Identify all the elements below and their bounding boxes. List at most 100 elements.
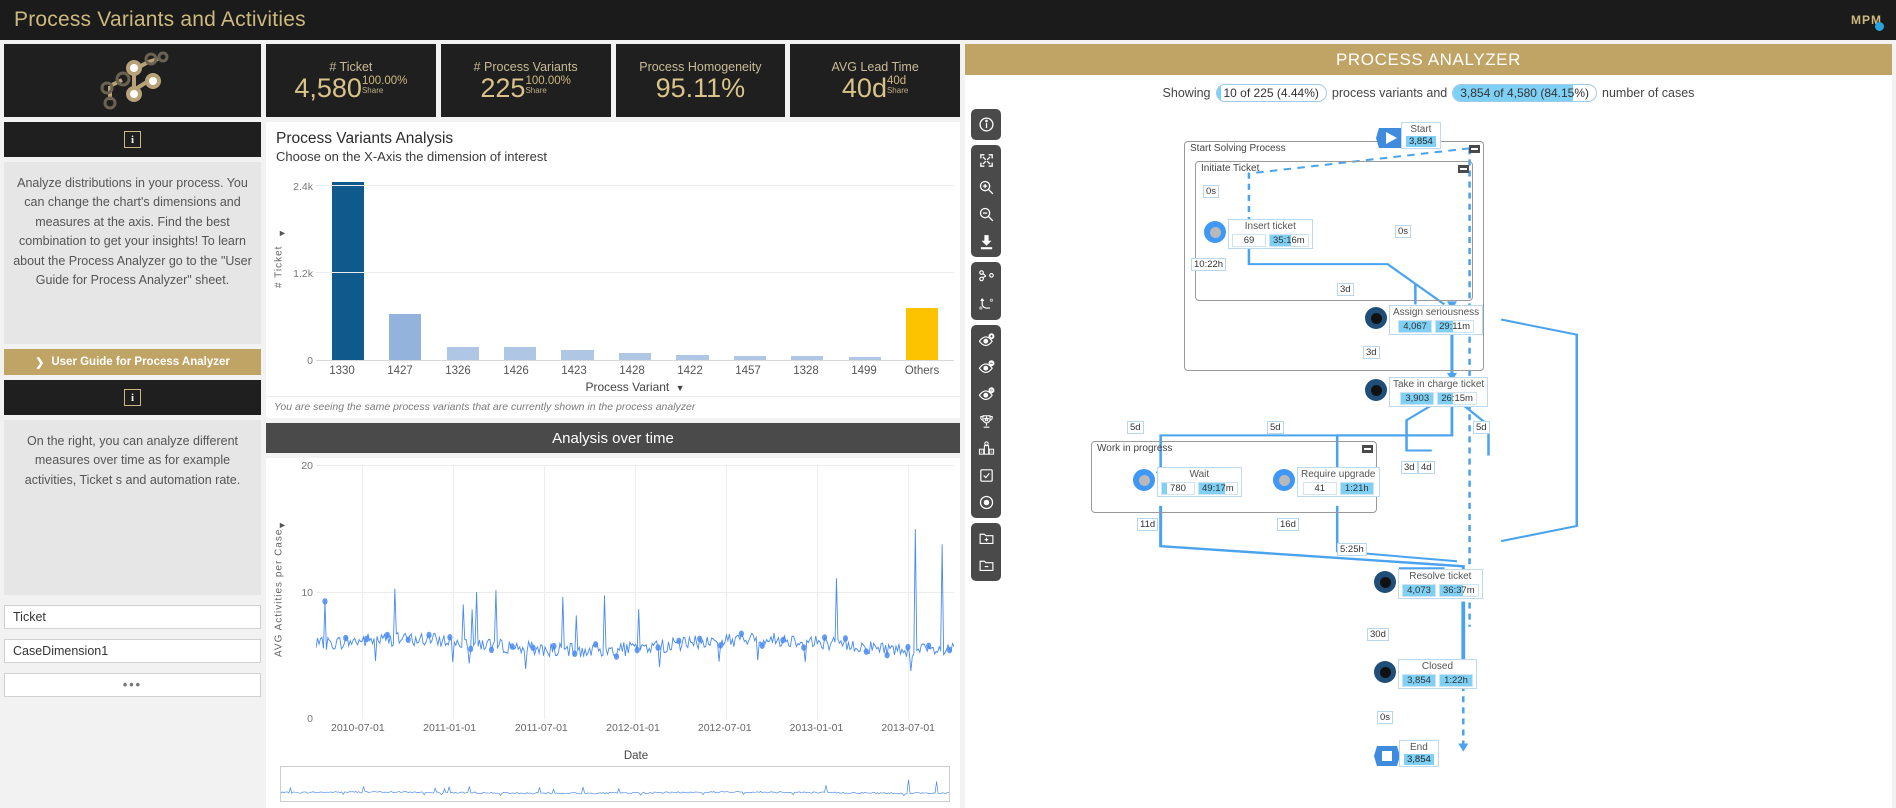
bar-cell[interactable] <box>606 172 663 360</box>
trophy-icon[interactable] <box>973 409 999 434</box>
podium-icon[interactable]: 23 <box>973 436 999 461</box>
bar-x-tick[interactable]: 1457 <box>719 361 777 377</box>
node-insert-ticket-marker <box>1204 221 1226 243</box>
zoom-in-icon[interactable] <box>973 175 999 200</box>
node-resolve-ticket-count: 4,073 <box>1402 583 1436 597</box>
edge-label: 5:25h <box>1337 543 1367 556</box>
bar-cell[interactable] <box>549 172 606 360</box>
bar-x-tick[interactable]: 1422 <box>661 361 719 377</box>
bar-x-tick[interactable]: 1326 <box>429 361 487 377</box>
cases-pill[interactable]: 3,854 of 4,580 (84.15%) <box>1452 84 1598 102</box>
zoom-out-icon[interactable] <box>973 202 999 227</box>
line-x-tick[interactable]: 2013-01-01 <box>771 719 863 734</box>
bar-x-tick[interactable]: 1426 <box>487 361 545 377</box>
node-insert-ticket[interactable]: Insert ticket 69 35:16m <box>1204 219 1313 249</box>
bar-cell[interactable] <box>836 172 893 360</box>
node-closed[interactable]: Closed 3,854 1:22h <box>1374 659 1477 689</box>
bar[interactable] <box>618 353 652 360</box>
node-end-name: End <box>1409 742 1428 753</box>
line-x-tick[interactable]: 2013-07-01 <box>862 719 954 734</box>
filter-more-button[interactable]: ••• <box>4 673 261 697</box>
bar-x-tick[interactable]: 1499 <box>835 361 893 377</box>
bar-cell[interactable] <box>319 172 376 360</box>
eye-plus-icon[interactable] <box>973 328 999 353</box>
target-icon[interactable] <box>973 490 999 515</box>
node-assign-seriousness-marker <box>1365 307 1387 329</box>
kpi-process-homogeneity[interactable]: Process Homogeneity 95.11% <box>615 44 786 117</box>
eye-minus-icon[interactable] <box>973 355 999 380</box>
checkbox-icon[interactable] <box>973 463 999 488</box>
node-require-upgrade[interactable]: Require upgrade 41 1:21h <box>1273 467 1380 497</box>
kpi-ticket[interactable]: # Ticket 4,580 100.00% Share <box>266 44 436 117</box>
bar[interactable] <box>848 357 881 360</box>
node-require-upgrade-marker <box>1273 469 1295 491</box>
line-x-tick[interactable]: 2011-07-01 <box>495 719 587 734</box>
fit-screen-icon[interactable] <box>973 148 999 173</box>
process-map[interactable]: Start Solving Process Initiate Ticket Wo… <box>1085 103 1892 808</box>
bar-x-tick[interactable]: Others <box>893 361 951 377</box>
kpi-avg-lead-time[interactable]: AVG Lead Time 40d 40d Share <box>790 44 960 117</box>
bar[interactable] <box>676 354 709 360</box>
node-assign-seriousness[interactable]: Assign seriousness 4,067 29:11m <box>1365 305 1484 335</box>
node-wait[interactable]: Wait 780 49:17m <box>1133 467 1242 497</box>
bar[interactable] <box>504 347 537 360</box>
node-resolve-ticket[interactable]: Resolve ticket 4,073 36:37m <box>1374 569 1483 599</box>
timeline-minimap[interactable] <box>280 766 950 802</box>
bar[interactable] <box>791 356 824 360</box>
line-x-tick[interactable]: 2010-07-01 <box>312 719 404 734</box>
node-take-in-charge-ticket[interactable]: Take in charge ticket 3,903 26:15m <box>1365 377 1489 407</box>
bar-x-tick[interactable]: 1423 <box>545 361 603 377</box>
kpi-process-variants[interactable]: # Process Variants 225 100.00% Share <box>440 44 611 117</box>
filter-casedimension1[interactable]: CaseDimension1 <box>4 639 261 663</box>
bar-cell[interactable] <box>491 172 548 360</box>
collapse-icon[interactable] <box>1458 165 1469 173</box>
toolbar-group-zoom <box>971 145 1001 257</box>
info-icon[interactable]: i <box>124 389 141 406</box>
bar[interactable] <box>906 307 939 360</box>
bar[interactable] <box>733 355 766 360</box>
node-insert-ticket-label: Insert ticket 69 35:16m <box>1228 219 1313 249</box>
kpi-ticket-label: # Ticket <box>329 59 373 74</box>
line-chart-plot <box>316 465 954 719</box>
user-guide-button[interactable]: ❯ User Guide for Process Analyzer <box>4 349 261 375</box>
node-end[interactable]: End 3,854 <box>1373 740 1439 774</box>
collapse-icon[interactable] <box>1469 145 1480 153</box>
bar-cell[interactable] <box>434 172 491 360</box>
variants-panel-subtitle: Choose on the X-Axis the dimension of in… <box>276 149 547 164</box>
line-series <box>316 528 954 672</box>
eye-m-icon[interactable]: m <box>973 382 999 407</box>
collapse-icon[interactable] <box>1362 445 1373 453</box>
bar[interactable] <box>331 182 364 360</box>
bar-cell[interactable] <box>779 172 836 360</box>
node-start[interactable]: Start 3,854 <box>1375 122 1441 156</box>
bar-x-tick[interactable]: 1427 <box>371 361 429 377</box>
mpm-logo: MPM <box>1851 14 1884 32</box>
bar-cell[interactable] <box>664 172 721 360</box>
download-svg-icon[interactable] <box>973 229 999 254</box>
chevron-right-icon: ❯ <box>35 356 45 369</box>
bar-cell[interactable] <box>721 172 778 360</box>
info-icon[interactable]: i <box>124 131 141 148</box>
bar-cell[interactable] <box>376 172 433 360</box>
line-x-tick[interactable]: 2011-01-01 <box>404 719 496 734</box>
path-branch-icon[interactable] <box>973 292 999 317</box>
bar-x-tick[interactable]: 1328 <box>777 361 835 377</box>
page-title: Process Variants and Activities <box>14 8 306 31</box>
bar[interactable] <box>446 346 479 360</box>
line-x-tick[interactable]: 2012-07-01 <box>679 719 771 734</box>
analysis-over-time-title: Analysis over time <box>552 429 674 447</box>
info-icon[interactable] <box>973 112 999 137</box>
folder-minus-icon[interactable] <box>973 553 999 578</box>
variants-pill[interactable]: 10 of 225 (4.44%) <box>1215 84 1327 102</box>
line-x-tick[interactable]: 2012-01-01 <box>587 719 679 734</box>
node-closed-name: Closed <box>1421 661 1454 672</box>
bar[interactable] <box>561 349 594 360</box>
bar-chart-x-dropdown[interactable]: Process Variant ▼ <box>310 377 960 396</box>
graph-nodes-icon[interactable] <box>973 265 999 290</box>
bar-x-tick[interactable]: 1428 <box>603 361 661 377</box>
bar[interactable] <box>389 314 422 360</box>
bar-cell[interactable] <box>894 172 951 360</box>
filter-ticket[interactable]: Ticket <box>4 605 261 629</box>
folder-plus-icon[interactable] <box>973 526 999 551</box>
bar-x-tick[interactable]: 1330 <box>313 361 371 377</box>
